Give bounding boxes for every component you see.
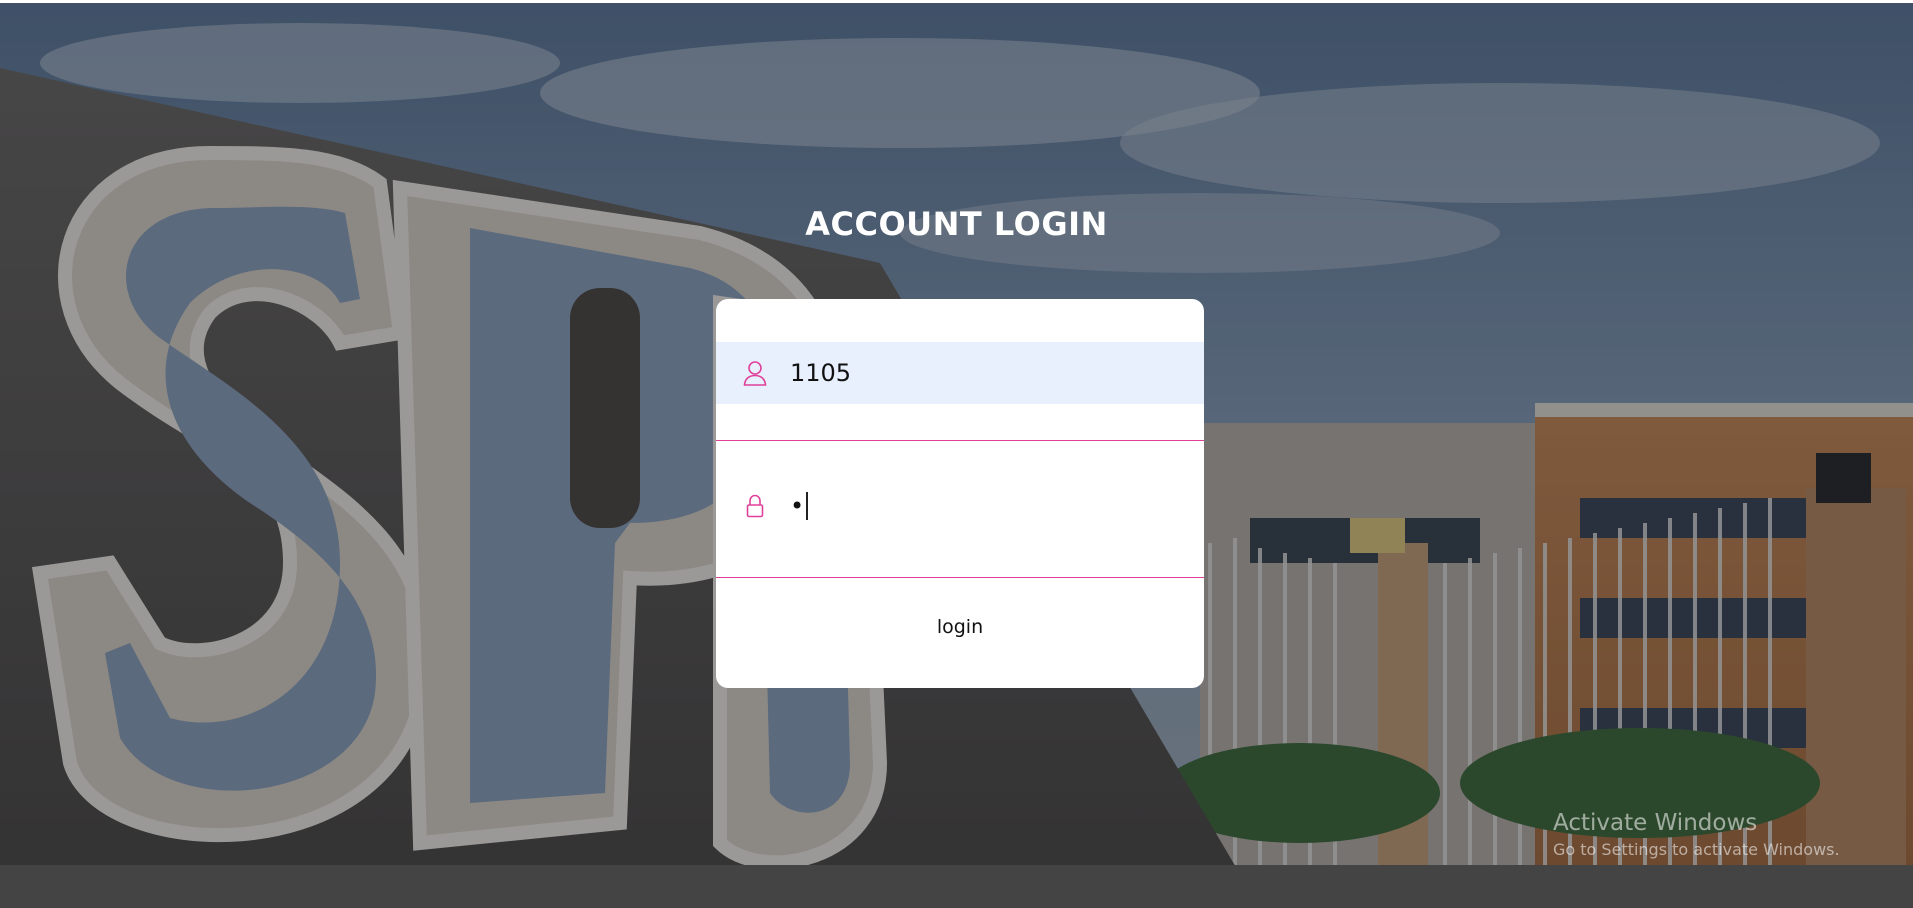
username-field[interactable]: 1105 [716, 342, 1204, 404]
watermark-subtitle: Go to Settings to activate Windows. [1553, 840, 1840, 859]
lock-icon [740, 491, 770, 521]
user-icon [740, 358, 770, 388]
watermark-title: Activate Windows [1553, 810, 1758, 836]
password-mask: • [790, 492, 805, 520]
username-underline [716, 440, 1204, 441]
password-input[interactable]: • [790, 492, 809, 520]
username-input[interactable]: 1105 [790, 359, 851, 387]
password-field[interactable]: • [716, 475, 1204, 537]
login-page: ACCOUNT LOGIN 1105 • login Activate Wind… [0, 0, 1913, 908]
text-caret [806, 492, 809, 520]
login-card: 1105 • login [716, 299, 1204, 688]
activate-windows-watermark: Activate Windows Go to Settings to activ… [1553, 810, 1840, 859]
password-underline [716, 577, 1204, 578]
page-title: ACCOUNT LOGIN [805, 205, 1108, 243]
login-button[interactable]: login [716, 605, 1204, 649]
